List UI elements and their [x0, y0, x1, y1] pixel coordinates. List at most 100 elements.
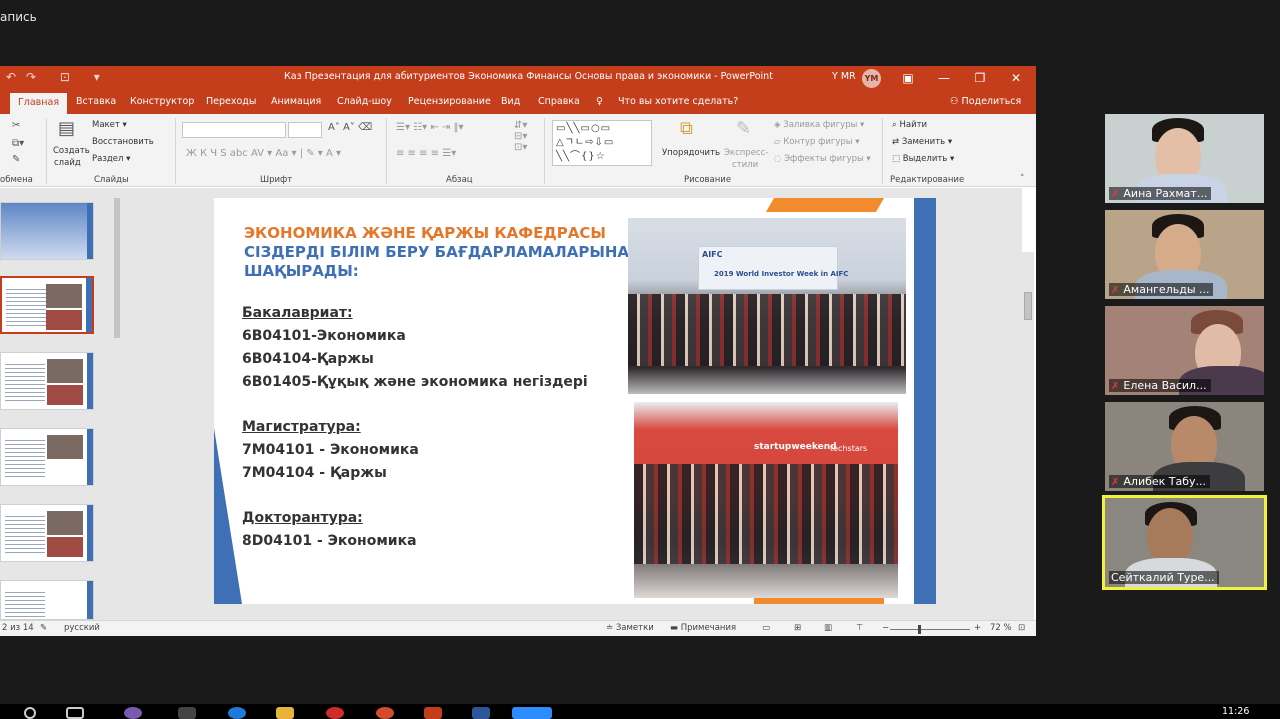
align-buttons[interactable]: ≡ ≡ ≡ ≡ ☰▾ — [396, 148, 456, 159]
layout-button[interactable]: Макет ▾ — [92, 120, 127, 130]
zoom-out-button[interactable]: − — [882, 623, 889, 633]
tab-help[interactable]: Справка — [538, 96, 580, 107]
normal-view-icon[interactable]: ▭ — [762, 623, 770, 633]
section-button[interactable]: Раздел ▾ — [92, 154, 130, 164]
font-format-buttons[interactable]: Ж К Ч S abc AV ▾ Aa ▾ | ✎ ▾ A ▾ — [186, 148, 341, 159]
edge-icon[interactable] — [228, 707, 246, 719]
slide-thumbnails-pane — [0, 188, 124, 620]
tab-design[interactable]: Конструктор — [130, 96, 194, 107]
slide-thumbnail-6[interactable] — [0, 580, 94, 620]
collapse-ribbon-icon[interactable]: ˄ — [1020, 174, 1025, 184]
shape-outline-button[interactable]: ▱ Контур фигуры ▾ — [774, 137, 860, 147]
quick-styles-icon[interactable]: ✎ — [736, 118, 751, 139]
font-family-select[interactable] — [182, 122, 286, 138]
copy-icon[interactable]: ⧉▾ — [12, 138, 24, 149]
font-size-buttons[interactable]: A˄ A˅ ⌫ — [328, 122, 372, 133]
shapes-gallery[interactable]: ▭╲╲▭○▭ △ㄱㄴ⇨⇩▭ ╲╲⌒{}☆ — [552, 120, 652, 166]
tab-transitions[interactable]: Переходы — [206, 96, 256, 107]
participant-tile[interactable]: ✗ Алибек Табу... — [1105, 402, 1264, 491]
tab-review[interactable]: Рецензирование — [408, 96, 491, 107]
format-painter-icon[interactable]: ✎ — [12, 154, 20, 165]
minimize-icon[interactable]: — — [934, 68, 954, 88]
mic-muted-icon: ✗ — [1111, 381, 1120, 392]
zoom-in-button[interactable]: + — [974, 623, 981, 633]
new-slide-label[interactable]: Создать — [53, 146, 90, 156]
find-button[interactable]: ⌕ Найти — [892, 120, 927, 130]
tell-me-search[interactable]: Что вы хотите сделать? — [618, 96, 738, 107]
reset-button[interactable]: Восстановить — [92, 137, 154, 147]
select-button[interactable]: ⬚ Выделить ▾ — [892, 154, 954, 164]
zoom-slider[interactable] — [890, 629, 970, 630]
slide-thumbnail-2[interactable] — [0, 276, 94, 334]
slide-thumbnail-3[interactable] — [0, 352, 94, 410]
thumbnails-scrollbar[interactable] — [112, 188, 122, 620]
new-slide-label-2[interactable]: слайд — [54, 158, 81, 168]
group-photo-aifc[interactable]: AIFC 2019 World Investor Week in AIFC — [628, 218, 906, 394]
group-editing-label: Редактирование — [890, 175, 965, 185]
group-photo-startup[interactable]: startupweekend techstars — [634, 402, 898, 598]
arrange-label[interactable]: Упорядочить — [662, 148, 720, 158]
notes-button[interactable]: ≐ Заметки — [606, 623, 654, 633]
task-view-icon[interactable] — [66, 707, 84, 719]
user-name[interactable]: Y MR — [832, 71, 856, 82]
scrollbar-thumb[interactable] — [114, 198, 120, 338]
share-button[interactable]: ⚇ Поделиться — [950, 96, 1021, 107]
maximize-icon[interactable]: ❐ — [970, 68, 990, 88]
tab-slideshow[interactable]: Слайд-шоу — [337, 96, 392, 107]
canvas-scrollbar[interactable] — [1022, 252, 1034, 636]
replace-button[interactable]: ⇄ Заменить ▾ — [892, 137, 952, 147]
text-direction-buttons[interactable]: ⇵▾ ⊟▾ ⊡▾ — [514, 120, 527, 153]
participant-tile[interactable]: ✗ Елена Васил... — [1105, 306, 1264, 395]
slide-thumbnail-4[interactable] — [0, 428, 94, 486]
user-avatar[interactable]: YM — [862, 69, 881, 88]
store-icon[interactable] — [178, 707, 196, 719]
reading-view-icon[interactable]: ▥ — [824, 623, 832, 633]
shape-fill-button[interactable]: ◈ Заливка фигуры ▾ — [774, 120, 864, 130]
section-label: Раздел — [92, 154, 124, 164]
ribbon-display-icon[interactable]: ▣ — [898, 68, 918, 88]
app-icon[interactable] — [376, 707, 394, 719]
thumb-text — [5, 589, 45, 619]
quick-access-toolbar[interactable]: ↶↷ ⊡ ▾ — [6, 70, 110, 84]
ribbon-divider — [46, 118, 47, 184]
program-item: 6B04104-Қаржы — [242, 351, 374, 367]
slide-thumbnail-1[interactable] — [0, 202, 94, 260]
quick-styles-label[interactable]: Экспресс- — [724, 148, 768, 158]
shape-effects-button[interactable]: ◌ Эффекты фигуры ▾ — [774, 154, 871, 164]
slide-thumbnail-5[interactable] — [0, 504, 94, 562]
close-icon[interactable]: ✕ — [1006, 68, 1026, 88]
spellcheck-icon[interactable]: ✎ — [40, 623, 47, 633]
tab-view[interactable]: Вид — [501, 96, 520, 107]
word-icon[interactable] — [472, 707, 490, 719]
explorer-icon[interactable] — [276, 707, 294, 719]
quick-styles-label-2[interactable]: стили — [732, 160, 758, 170]
comments-button[interactable]: ▬ Примечания — [670, 623, 736, 633]
scrollbar-thumb[interactable] — [1024, 292, 1032, 320]
language-indicator[interactable]: русский — [64, 623, 100, 633]
participant-tile-speaking[interactable]: Сейткалий Туре... — [1102, 495, 1267, 590]
powerpoint-icon[interactable] — [424, 707, 442, 719]
tab-animation[interactable]: Анимация — [271, 96, 321, 107]
zoom-slider-handle[interactable] — [918, 625, 921, 634]
participant-tile[interactable]: ✗ Амангельды ... — [1105, 210, 1264, 299]
mic-muted-icon: ✗ — [1111, 477, 1120, 488]
clock: 11:26 — [1222, 706, 1250, 717]
arrange-icon[interactable]: ⧉ — [680, 118, 693, 139]
tab-insert[interactable]: Вставка — [76, 96, 116, 107]
new-slide-icon[interactable]: ▤ — [58, 118, 75, 139]
slide-sorter-icon[interactable]: ⊞ — [794, 623, 801, 633]
participant-tile[interactable]: ✗ Аина Рахмат... — [1105, 114, 1264, 203]
fit-slide-icon[interactable]: ⊡ — [1018, 623, 1025, 633]
app-icon[interactable] — [124, 707, 142, 719]
font-size-select[interactable] — [288, 122, 322, 138]
slide[interactable]: ЭКОНОМИКА ЖӘНЕ ҚАРЖЫ КАФЕДРАСЫ СІЗДЕРДІ … — [214, 198, 936, 604]
slideshow-icon[interactable]: ⊤ — [856, 623, 863, 633]
cut-icon[interactable]: ✂ — [12, 120, 20, 131]
opera-icon[interactable] — [326, 707, 344, 719]
zoom-level[interactable]: 72 % — [990, 623, 1012, 633]
zoom-icon[interactable] — [512, 707, 552, 719]
person-icon: ⚇ — [950, 96, 962, 107]
search-icon[interactable] — [24, 707, 36, 719]
tab-home[interactable]: Главная — [10, 93, 68, 114]
list-buttons[interactable]: ☰▾ ☷▾ ⇤ ⇥ ‖▾ — [396, 122, 463, 133]
